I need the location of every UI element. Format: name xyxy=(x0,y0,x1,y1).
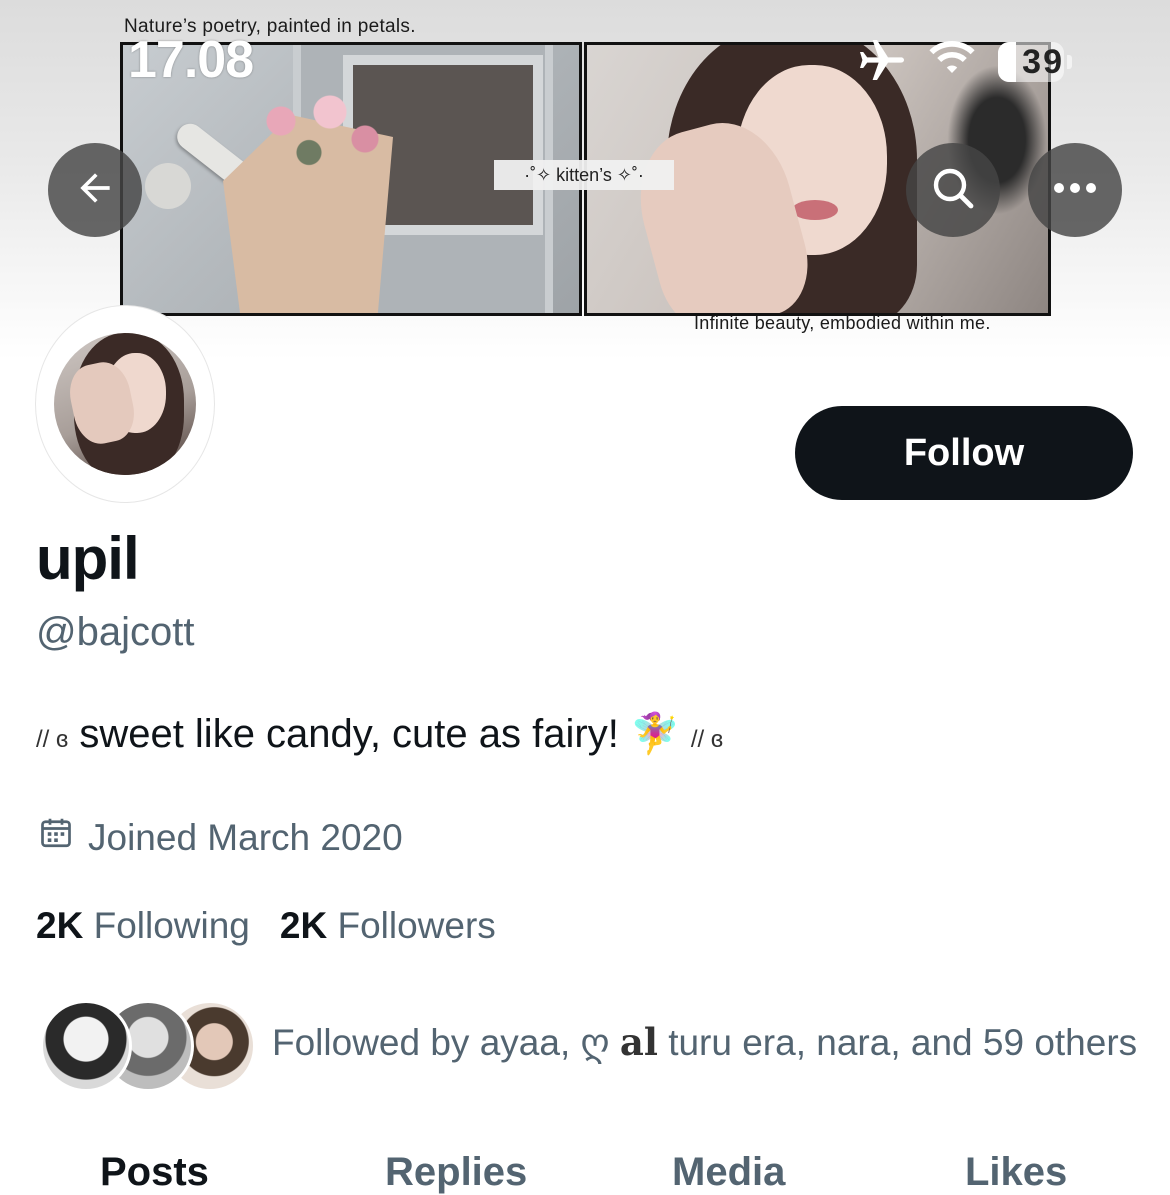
avatar[interactable] xyxy=(36,306,214,502)
avatar-image xyxy=(54,333,196,475)
back-button[interactable] xyxy=(48,143,142,237)
profile-tabs: Posts Replies Media Likes xyxy=(0,1150,1170,1194)
wifi-icon xyxy=(928,40,976,84)
battery-icon: 39 xyxy=(998,42,1072,82)
following-link[interactable]: 2K Following xyxy=(36,905,250,947)
followers-label: Followers xyxy=(337,905,496,946)
bio-text: sweet like candy, cute as fairy! xyxy=(79,712,619,756)
search-button[interactable] xyxy=(906,143,1000,237)
joined-text: Joined March 2020 xyxy=(88,816,403,858)
banner-center-label: ·˚✧ kitten’s ✧˚· xyxy=(494,160,674,190)
status-time: 17.08 xyxy=(128,31,254,89)
follow-button[interactable]: Follow xyxy=(795,406,1133,500)
arrow-left-icon xyxy=(73,166,117,215)
more-button[interactable] xyxy=(1028,143,1122,237)
following-count: 2K xyxy=(36,905,84,946)
bio: // ɞ sweet like candy, cute as fairy! 🧚‍… xyxy=(36,710,723,757)
display-name: upil xyxy=(36,525,140,592)
status-icons: 39 xyxy=(858,39,1072,85)
following-label: Following xyxy=(93,905,250,946)
user-handle: @bajcott xyxy=(36,610,195,654)
banner-caption-bottom: Infinite beauty, embodied within me. xyxy=(694,313,991,333)
bio-prefix: // ɞ xyxy=(36,726,69,753)
more-horizontal-icon xyxy=(1051,181,1099,200)
bio-suffix: // ɞ xyxy=(690,726,724,753)
tab-replies[interactable]: Replies xyxy=(385,1150,527,1195)
tab-likes[interactable]: Likes xyxy=(965,1150,1067,1195)
fairy-emoji: 🧚‍♀️ xyxy=(629,712,680,756)
calendar-icon xyxy=(38,815,74,860)
follow-stats: 2K Following 2K Followers xyxy=(36,905,496,947)
follower-avatar-1 xyxy=(40,1000,132,1092)
joined-date: Joined March 2020 xyxy=(38,815,403,860)
tab-posts[interactable]: Posts xyxy=(100,1150,209,1195)
followers-link[interactable]: 2K Followers xyxy=(280,905,496,947)
airplane-icon xyxy=(858,39,906,85)
tab-media[interactable]: Media xyxy=(672,1150,785,1195)
followers-count: 2K xyxy=(279,905,328,946)
battery-level: 39 xyxy=(1022,42,1064,81)
followed-by[interactable]: Followed by ayaa, ღ al turu era, nara, a… xyxy=(40,1000,1137,1092)
search-icon xyxy=(929,164,977,217)
followed-by-text: Followed by ayaa, ღ al turu era, nara, a… xyxy=(272,1020,1138,1064)
